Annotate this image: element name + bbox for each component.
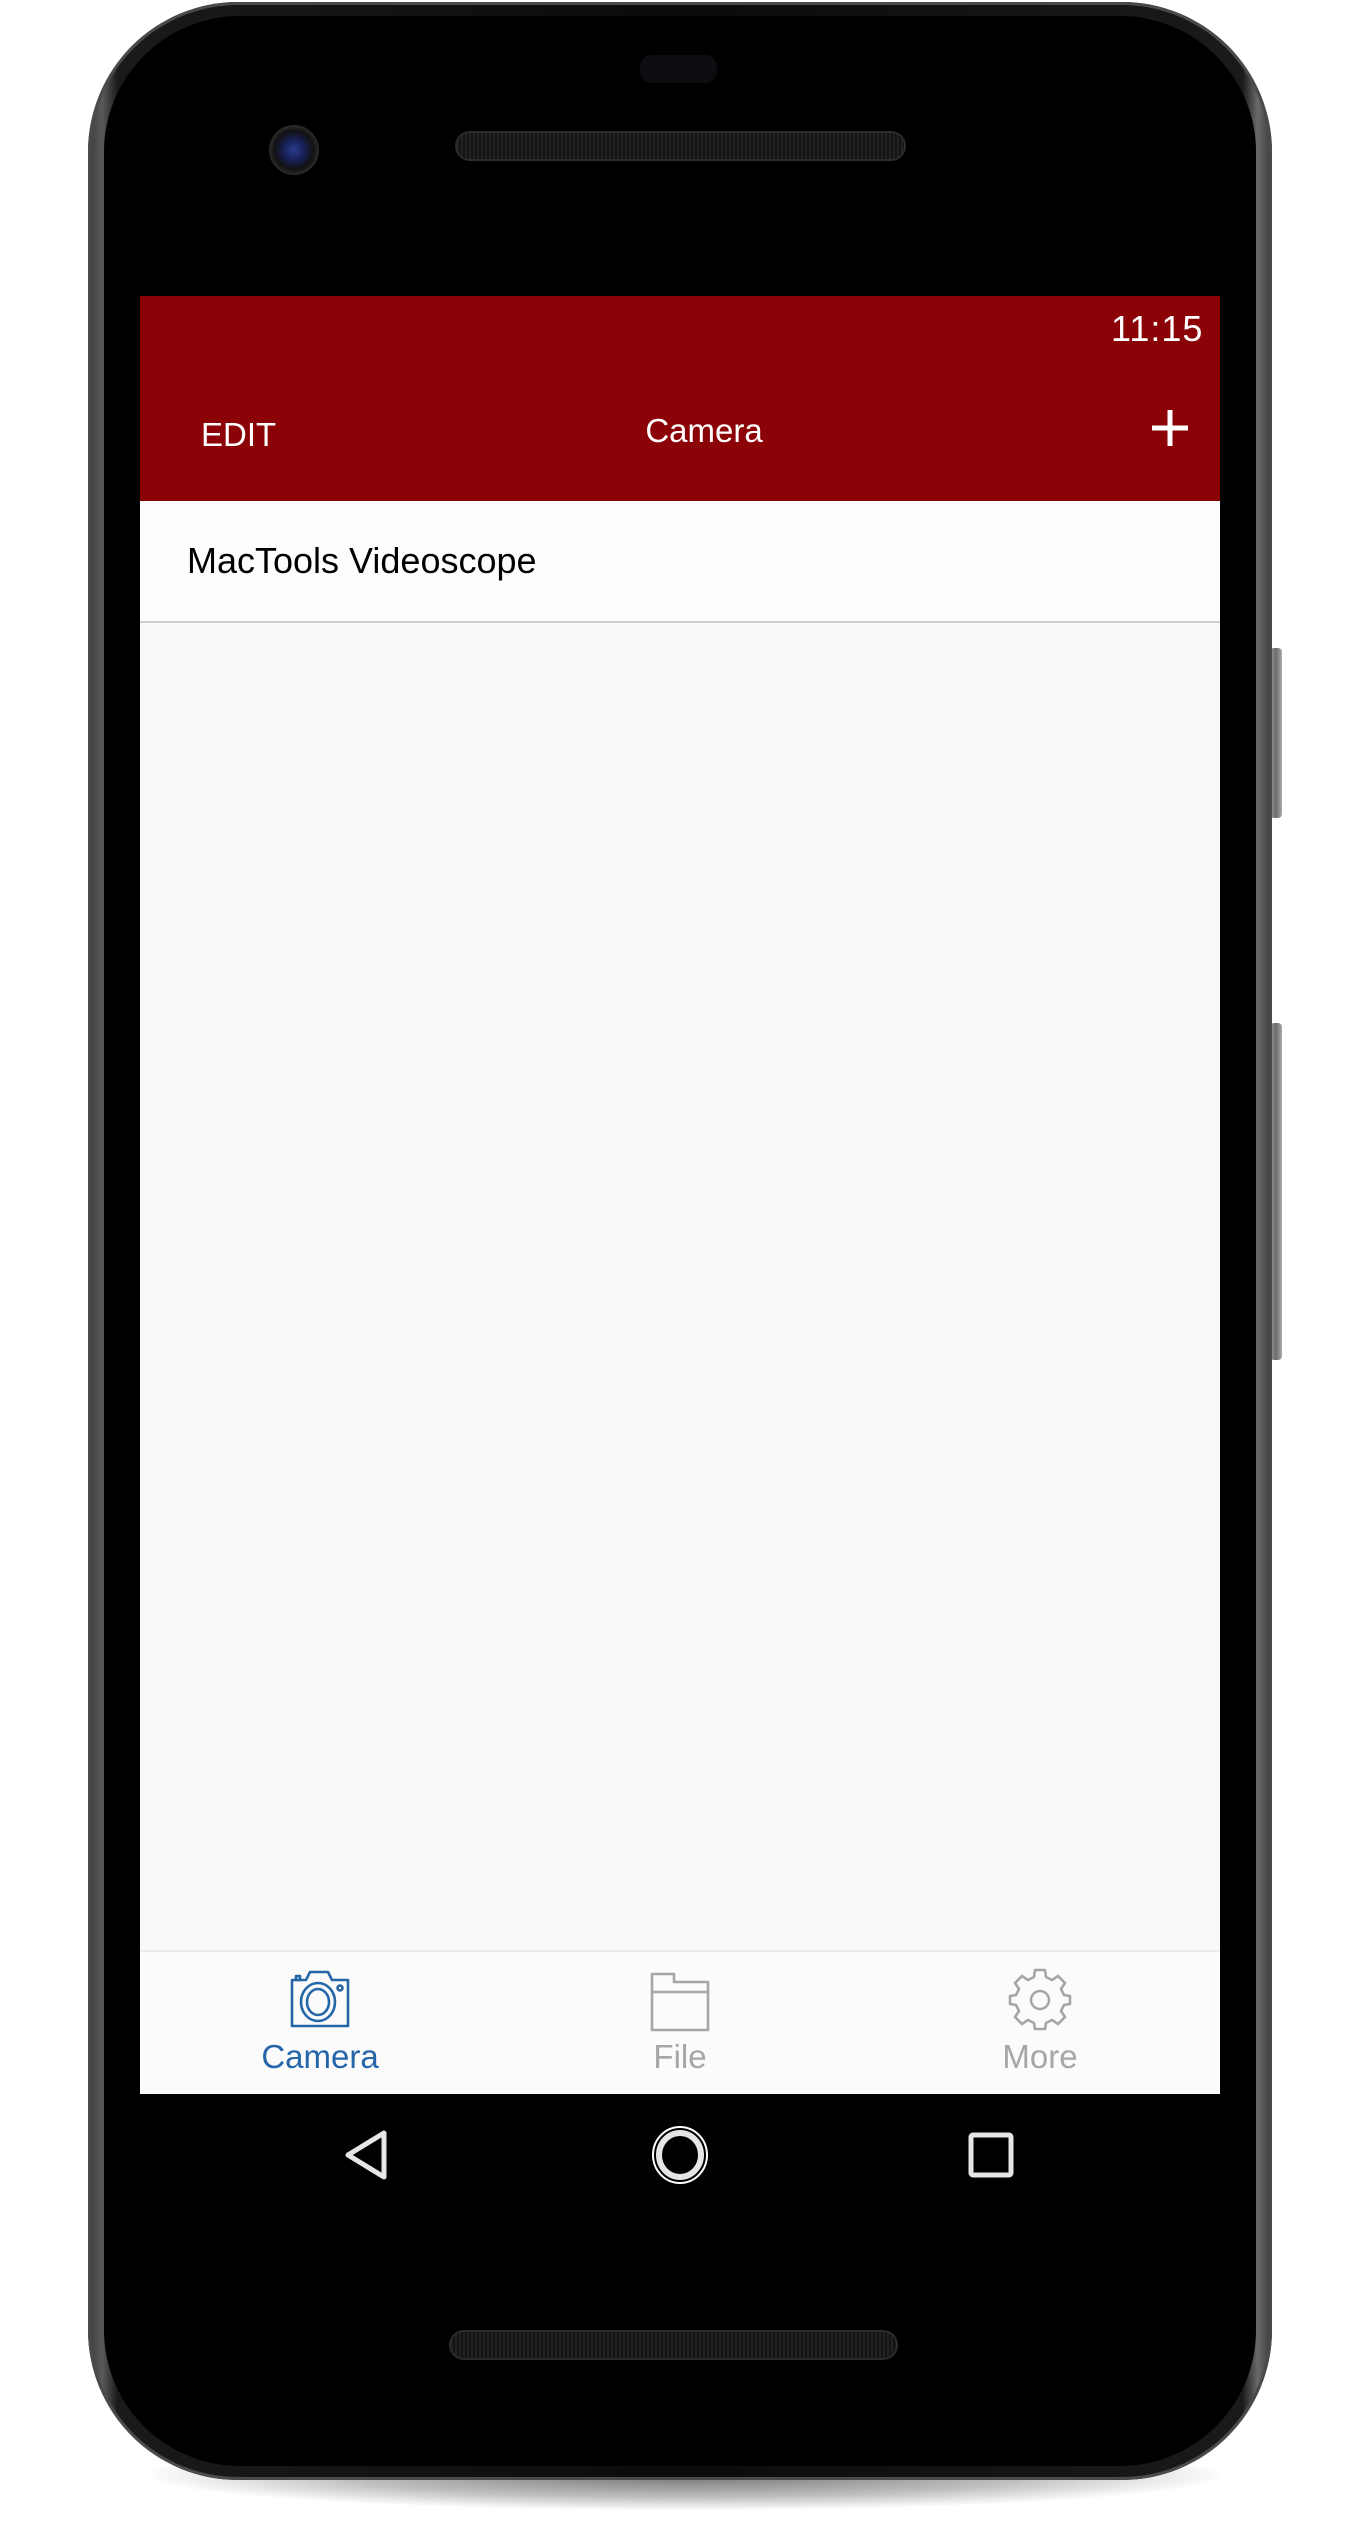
plus-icon <box>1152 410 1188 446</box>
tab-camera-label: Camera <box>261 2038 379 2075</box>
camera-list-item-label: MacTools Videoscope <box>187 540 537 581</box>
front-camera-lens <box>269 125 319 175</box>
camera-icon <box>290 1970 350 2028</box>
add-camera-button[interactable] <box>1152 410 1188 446</box>
app-bar: 11:15 EDIT Camera <box>140 296 1220 501</box>
back-icon[interactable] <box>344 2130 390 2180</box>
tab-bar: Camera File More <box>140 1950 1220 2094</box>
tab-file[interactable]: File <box>500 1952 860 2094</box>
recents-icon[interactable] <box>968 2132 1014 2178</box>
camera-list-item[interactable]: MacTools Videoscope <box>140 501 1220 623</box>
tab-more-label: More <box>1002 2038 1078 2075</box>
tab-more[interactable]: More <box>860 1952 1220 2094</box>
system-nav-bar <box>140 2094 1220 2224</box>
folder-icon <box>650 1972 710 2032</box>
page-title: Camera <box>645 412 763 449</box>
home-icon[interactable] <box>650 2124 710 2186</box>
bottom-speaker-grille <box>451 2332 896 2358</box>
tab-camera[interactable]: Camera <box>140 1952 500 2094</box>
proximity-sensor <box>640 55 717 83</box>
top-speaker-grille <box>457 133 904 159</box>
status-time: 11:15 <box>1111 308 1204 349</box>
gear-icon <box>1008 1968 1072 2031</box>
app-screen: 11:15 EDIT Camera MacTools Videoscope Ca… <box>140 296 1220 2094</box>
tab-file-label: File <box>653 2038 707 2075</box>
